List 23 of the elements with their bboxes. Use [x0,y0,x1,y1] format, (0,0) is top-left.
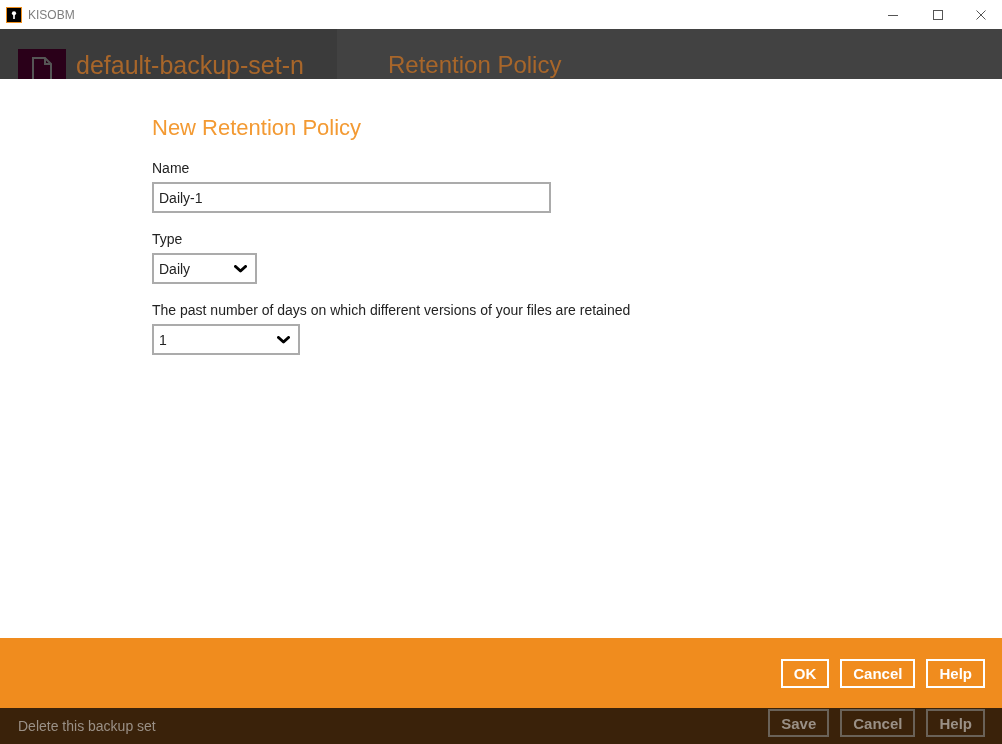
backup-set-name: default-backup-set-n [76,51,304,79]
field-label: Name [152,159,190,177]
chevron-down-icon [277,335,290,344]
dialog-button[interactable]: Help [926,658,985,688]
footer-button[interactable]: Cancel [840,709,916,737]
keyhole-logo-icon [6,6,22,23]
footer-button[interactable]: Help [926,709,985,737]
dialog-button[interactable]: OK [780,658,830,688]
field-label: Type [152,230,183,248]
dialog-button[interactable]: Cancel [840,658,916,688]
maximize-icon [932,9,943,20]
text-input[interactable]: Daily-1 [152,182,551,213]
close-icon [976,9,986,20]
dropdown[interactable]: 1 [152,324,300,355]
document-icon [32,57,52,79]
page-title: Retention Policy [388,51,562,79]
field-label: The past number of days on which different versions of your files are retained [152,301,631,319]
dropdown[interactable]: Daily [152,253,257,284]
delete-backup-set-link[interactable]: Delete this backup set [18,718,156,734]
footer-button[interactable]: Save [768,709,830,737]
window-title: KISOBM [28,7,75,22]
dialog-title: New Retention Policy [152,114,362,142]
chevron-down-icon [234,264,247,273]
